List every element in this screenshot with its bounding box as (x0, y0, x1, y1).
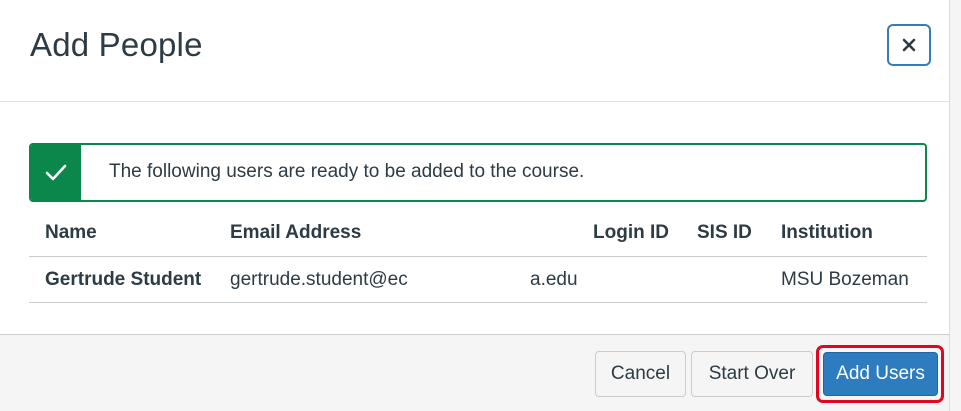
dialog-footer: Cancel Start Over Add Users (0, 334, 949, 411)
background-page-edge (949, 0, 961, 411)
add-users-button[interactable]: Add Users (823, 352, 938, 396)
user-email: gertrude.student@ec a.edu (230, 269, 578, 293)
start-over-button[interactable]: Start Over (691, 351, 813, 397)
column-header-login-id: Login ID (593, 222, 669, 243)
column-header-sis-id: SIS ID (697, 222, 752, 243)
user-email-start: gertrude.student@ec (230, 269, 408, 290)
column-header-institution: Institution (781, 222, 873, 243)
user-name: Gertrude Student (45, 269, 202, 290)
alert-icon-box (31, 145, 81, 200)
dialog-title: Add People (30, 26, 203, 63)
column-header-name: Name (45, 222, 97, 243)
user-institution: MSU Bozeman (781, 269, 909, 290)
alert-message: The following users are ready to be adde… (109, 161, 585, 182)
dialog-header: Add People (0, 0, 949, 102)
close-icon (902, 38, 916, 52)
users-table: Name Email Address Login ID SIS ID Insti… (29, 212, 927, 303)
add-people-dialog: Add People The following users are ready… (0, 0, 961, 411)
table-header-row: Name Email Address Login ID SIS ID Insti… (29, 212, 927, 257)
column-header-email: Email Address (230, 222, 362, 243)
close-button[interactable] (887, 24, 931, 66)
success-alert: The following users are ready to be adde… (29, 143, 927, 202)
checkmark-icon (45, 164, 67, 182)
table-row: Gertrude Student gertrude.student@ec a.e… (29, 257, 927, 303)
user-email-end: a.edu (530, 269, 578, 290)
cancel-button[interactable]: Cancel (595, 351, 686, 397)
